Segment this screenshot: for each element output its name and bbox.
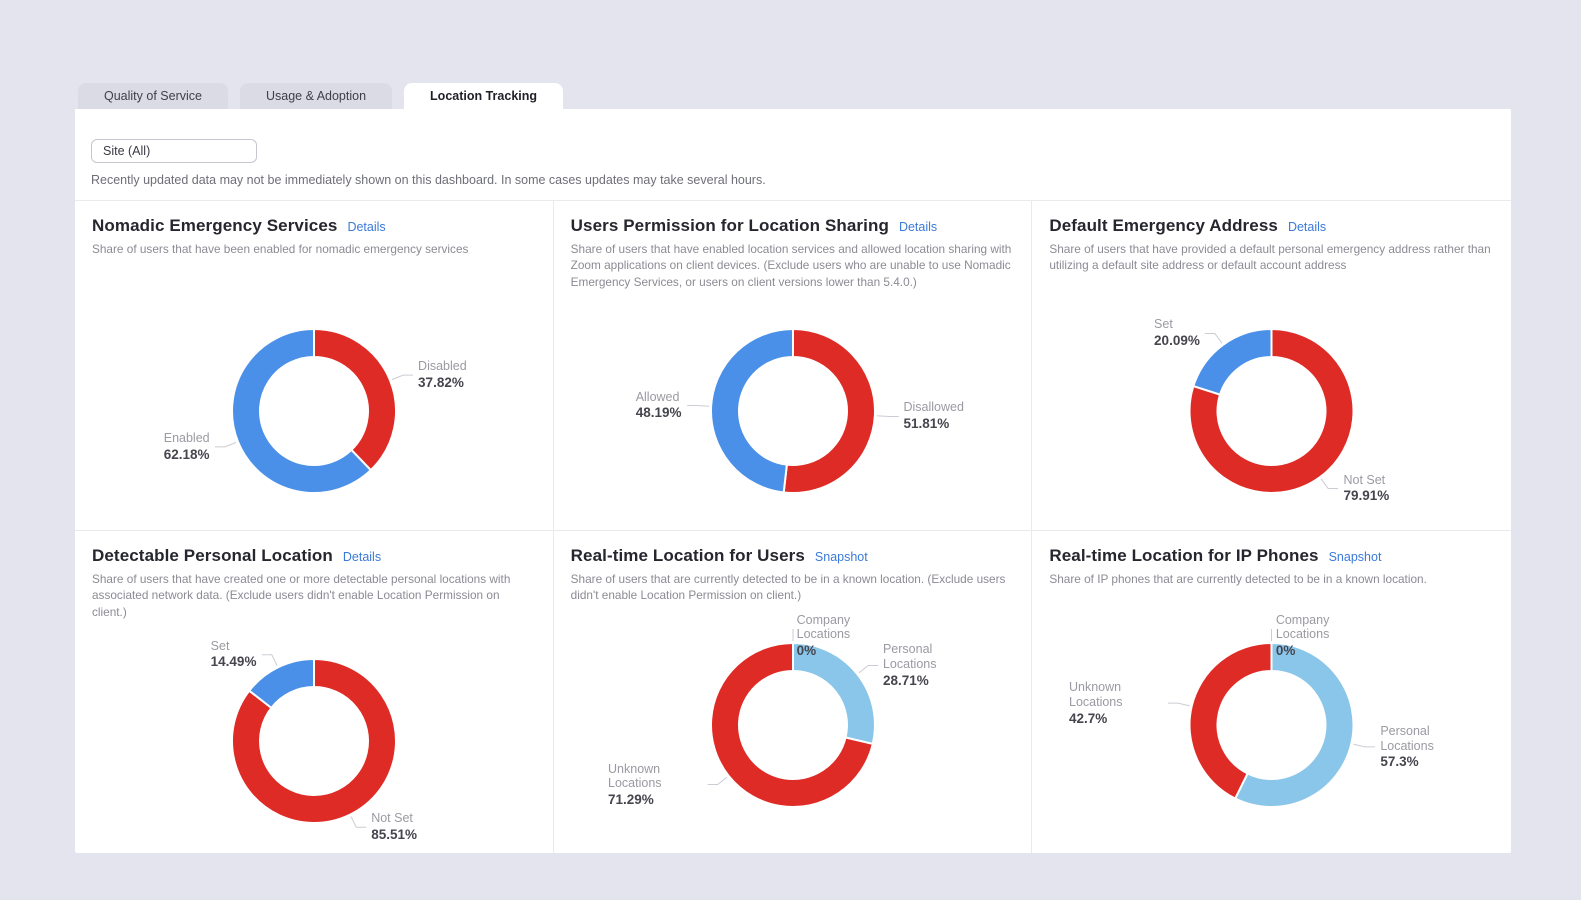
- donut-svg: [92, 626, 536, 856]
- panel-description: Share of users that have provided a defa…: [1049, 241, 1494, 290]
- panel-default-emergency-address: Default Emergency Address Details Share …: [1032, 201, 1511, 531]
- panels-grid: Nomadic Emergency Services Details Share…: [75, 200, 1511, 853]
- label-leader-line: [1205, 333, 1222, 343]
- segment-label: Unknown Locations42.7%: [1069, 680, 1163, 726]
- label-leader-line: [1354, 744, 1376, 747]
- donut-chart: Disallowed51.81% Allowed48.19%: [571, 296, 1015, 526]
- panel-title: Real-time Location for Users: [571, 546, 805, 566]
- panel-title: Users Permission for Location Sharing: [571, 216, 889, 236]
- label-leader-line: [859, 665, 878, 672]
- panel-description: Share of IP phones that are currently de…: [1049, 571, 1494, 604]
- panel-title: Default Emergency Address: [1049, 216, 1278, 236]
- panel-realtime-location-users: Real-time Location for Users Snapshot Sh…: [554, 531, 1033, 853]
- donut-svg: [1049, 296, 1494, 526]
- dashboard-page: Quality of Service Usage & Adoption Loca…: [75, 82, 1511, 853]
- segment-label: Set14.49%: [211, 639, 257, 671]
- panel-description: Share of users that are currently detect…: [571, 571, 1015, 604]
- tab-bar: Quality of Service Usage & Adoption Loca…: [75, 82, 1511, 109]
- segment-label: Allowed48.19%: [636, 390, 682, 422]
- label-leader-line: [262, 655, 277, 666]
- tab-location-tracking[interactable]: Location Tracking: [404, 83, 563, 109]
- tab-label: Location Tracking: [430, 89, 537, 103]
- segment-label: Personal Locations57.3%: [1380, 724, 1474, 770]
- details-link[interactable]: Details: [347, 220, 385, 234]
- donut-chart: Company Locations0% Personal Locations57.…: [1049, 610, 1494, 840]
- snapshot-link[interactable]: Snapshot: [1329, 550, 1382, 564]
- details-link[interactable]: Details: [899, 220, 937, 234]
- details-link[interactable]: Details: [1288, 220, 1326, 234]
- filter-area: Site (All) Recently updated data may not…: [75, 139, 1511, 187]
- donut-chart: Not Set79.91% Set20.09%: [1049, 296, 1494, 526]
- tab-label: Usage & Adoption: [266, 89, 366, 103]
- segment-label: Set20.09%: [1154, 318, 1200, 350]
- label-leader-line: [1168, 703, 1190, 706]
- update-notice: Recently updated data may not be immedia…: [91, 173, 1495, 187]
- donut-segment: [783, 329, 874, 493]
- segment-label: Personal Locations28.71%: [883, 642, 977, 688]
- segment-label: Not Set85.51%: [371, 811, 417, 843]
- panel-description: Share of users that have enabled locatio…: [571, 241, 1015, 290]
- panel-description: Share of users that have been enabled fo…: [92, 241, 536, 290]
- segment-label: Company Locations0%: [797, 613, 891, 659]
- panel-realtime-location-ip-phones: Real-time Location for IP Phones Snapsho…: [1032, 531, 1511, 853]
- label-leader-line: [687, 406, 709, 407]
- panel-title: Nomadic Emergency Services: [92, 216, 337, 236]
- donut-chart: Not Set85.51% Set14.49%: [92, 626, 536, 856]
- donut-segment: [1194, 329, 1272, 395]
- panel-nomadic-emergency-services: Nomadic Emergency Services Details Share…: [75, 201, 554, 531]
- donut-chart: Disabled37.82% Enabled62.18%: [92, 296, 536, 526]
- donut-segment: [1190, 643, 1272, 799]
- segment-label: Enabled62.18%: [164, 431, 210, 463]
- label-leader-line: [877, 416, 899, 417]
- panel-title: Detectable Personal Location: [92, 546, 333, 566]
- segment-label: Disallowed51.81%: [904, 401, 964, 433]
- label-leader-line: [707, 777, 726, 784]
- donut-svg: [92, 296, 536, 526]
- tab-quality-of-service[interactable]: Quality of Service: [78, 83, 228, 109]
- segment-label: Unknown Locations71.29%: [608, 761, 702, 807]
- panel-users-permission-location-sharing: Users Permission for Location Sharing De…: [554, 201, 1033, 531]
- label-leader-line: [392, 375, 413, 379]
- segment-label: Not Set79.91%: [1343, 473, 1389, 505]
- site-filter-select[interactable]: Site (All): [91, 139, 257, 163]
- segment-label: Company Locations0%: [1276, 613, 1370, 659]
- segment-label: Disabled37.82%: [418, 359, 467, 391]
- tab-label: Quality of Service: [104, 89, 202, 103]
- snapshot-link[interactable]: Snapshot: [815, 550, 868, 564]
- label-leader-line: [1321, 479, 1338, 489]
- site-filter-label: Site (All): [103, 144, 150, 158]
- details-link[interactable]: Details: [343, 550, 381, 564]
- content-sheet: Site (All) Recently updated data may not…: [75, 109, 1511, 853]
- donut-segment: [314, 329, 396, 470]
- panel-description: Share of users that have created one or …: [92, 571, 536, 620]
- tab-usage-adoption[interactable]: Usage & Adoption: [240, 83, 392, 109]
- label-leader-line: [215, 442, 236, 446]
- donut-chart: Company Locations0%Personal Locations28.…: [571, 610, 1015, 840]
- panel-title: Real-time Location for IP Phones: [1049, 546, 1318, 566]
- panel-detectable-personal-location: Detectable Personal Location Details Sha…: [75, 531, 554, 853]
- donut-segment: [711, 329, 793, 492]
- label-leader-line: [351, 816, 366, 827]
